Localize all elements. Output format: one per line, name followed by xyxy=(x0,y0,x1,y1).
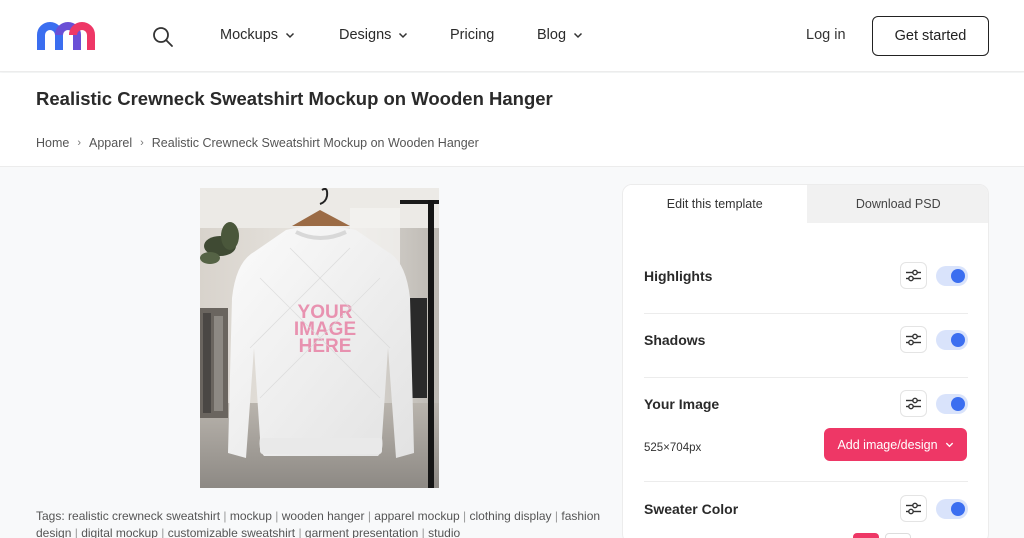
tag-item[interactable]: realistic crewneck sweatshirt xyxy=(68,509,220,523)
chevron-down-icon xyxy=(286,32,295,39)
mockup-preview-image: YOUR IMAGE HERE xyxy=(200,188,439,488)
tag-separator: | xyxy=(421,525,425,538)
sliders-icon xyxy=(906,333,921,346)
get-started-button[interactable]: Get started xyxy=(872,16,989,56)
tag-separator: | xyxy=(367,509,371,523)
toggle-knob xyxy=(951,269,965,283)
layer-toggle[interactable] xyxy=(936,394,968,414)
tag-separator: | xyxy=(161,525,165,538)
layer-settings-button[interactable] xyxy=(900,326,927,353)
logo-icon[interactable] xyxy=(36,20,96,53)
sweatshirt-illustration: YOUR IMAGE HERE xyxy=(200,188,439,488)
tag-item[interactable]: wooden hanger xyxy=(282,509,365,523)
divider xyxy=(644,481,968,482)
layer-toggle[interactable] xyxy=(936,266,968,286)
search-icon[interactable] xyxy=(150,24,176,50)
layer-toggle[interactable] xyxy=(936,499,968,519)
sliders-icon xyxy=(906,269,921,282)
add-image-label: Add image/design xyxy=(837,437,938,452)
tag-item[interactable]: studio xyxy=(428,526,460,538)
layer-settings-button[interactable] xyxy=(900,390,927,417)
nav-pricing[interactable]: Pricing xyxy=(450,27,494,43)
template-editor-panel: Edit this template Download PSD Highligh… xyxy=(622,184,989,538)
chevron-right-icon: › xyxy=(77,137,82,149)
chevron-down-icon xyxy=(945,442,953,448)
tag-separator: | xyxy=(298,525,302,538)
layer-name: Your Image xyxy=(644,396,720,412)
chevron-down-icon xyxy=(399,32,408,39)
layer-settings-button[interactable] xyxy=(900,495,927,522)
divider xyxy=(644,313,968,314)
placeholder-line-3: HERE xyxy=(299,336,352,357)
tag-item[interactable]: customizable sweatshirt xyxy=(168,526,295,538)
breadcrumb-home[interactable]: Home xyxy=(36,136,69,150)
tag-item[interactable]: apparel mockup xyxy=(374,509,459,523)
breadcrumb: Home › Apparel › Realistic Crewneck Swea… xyxy=(36,136,479,150)
tags-label: Tags: xyxy=(36,509,65,523)
nav-designs[interactable]: Designs xyxy=(339,27,408,43)
chevron-down-icon xyxy=(574,32,583,39)
toggle-knob xyxy=(951,502,965,516)
nav-mockups[interactable]: Mockups xyxy=(220,27,295,43)
nav-blog[interactable]: Blog xyxy=(537,27,583,43)
nav-pricing-label: Pricing xyxy=(450,27,495,43)
layer-settings-button[interactable] xyxy=(900,262,927,289)
tag-item[interactable]: clothing display xyxy=(469,509,551,523)
layer-name: Highlights xyxy=(644,268,713,284)
color-swatch[interactable] xyxy=(885,533,911,538)
add-image-button[interactable]: Add image/design xyxy=(824,428,967,461)
sliders-icon xyxy=(906,502,921,515)
toggle-knob xyxy=(951,333,965,347)
breadcrumb-apparel[interactable]: Apparel xyxy=(89,136,132,150)
login-link[interactable]: Log in xyxy=(806,27,846,43)
nav-blog-label: Blog xyxy=(537,27,567,43)
tag-list: Tags: realistic crewneck sweatshirt | mo… xyxy=(36,508,611,538)
tab-download-psd[interactable]: Download PSD xyxy=(806,185,988,223)
layer-name: Shadows xyxy=(644,332,706,348)
divider xyxy=(644,377,968,378)
image-dimensions: 525×704px xyxy=(644,442,702,454)
breadcrumb-current: Realistic Crewneck Sweatshirt Mockup on … xyxy=(151,136,479,150)
tag-separator: | xyxy=(223,509,227,523)
nav-mockups-label: Mockups xyxy=(220,27,279,43)
title-section: Realistic Crewneck Sweatshirt Mockup on … xyxy=(0,73,1024,167)
placeholder-artwork: YOUR IMAGE HERE xyxy=(294,302,356,357)
sliders-icon xyxy=(906,397,921,410)
tag-separator: | xyxy=(463,509,467,523)
chevron-right-icon: › xyxy=(140,137,144,149)
layer-toggle[interactable] xyxy=(936,330,968,350)
page-title: Realistic Crewneck Sweatshirt Mockup on … xyxy=(36,88,553,109)
tab-edit-template[interactable]: Edit this template xyxy=(623,185,807,223)
nav-designs-label: Designs xyxy=(339,27,392,43)
tag-separator: | xyxy=(74,525,78,538)
color-swatch[interactable] xyxy=(853,533,879,538)
tag-item[interactable]: mockup xyxy=(230,509,272,523)
site-header: Mockups Designs Pricing Blog Log in Get … xyxy=(0,0,1024,72)
layer-name: Sweater Color xyxy=(644,501,739,517)
tag-separator: | xyxy=(275,509,279,523)
toggle-knob xyxy=(951,397,965,411)
tag-separator: | xyxy=(554,509,559,523)
tag-item[interactable]: garment presentation xyxy=(305,526,418,538)
panel-tabs: Edit this template Download PSD xyxy=(623,185,988,223)
tag-item[interactable]: digital mockup xyxy=(81,526,158,538)
